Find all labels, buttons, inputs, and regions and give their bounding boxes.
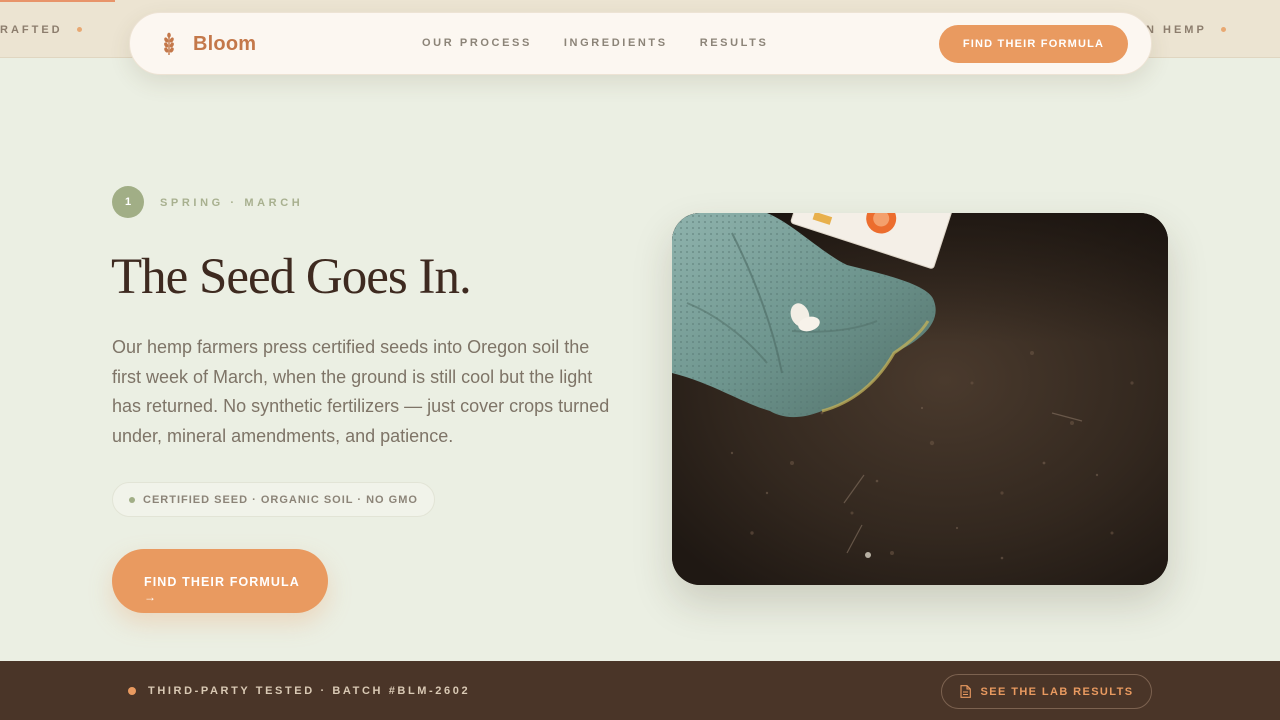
document-icon <box>959 685 971 698</box>
hero-photo-seed-planting <box>672 213 1168 585</box>
nav-link-results[interactable]: RESULTS <box>700 37 769 49</box>
see-lab-results-label: SEE THE LAB RESULTS <box>980 685 1134 698</box>
brand-name: Bloom <box>193 32 257 55</box>
marquee-dot-icon <box>76 26 82 32</box>
see-lab-results-button[interactable]: SEE THE LAB RESULTS <box>941 674 1152 709</box>
nav-link-our-process[interactable]: OUR PROCESS <box>422 37 532 49</box>
batch-info-text: THIRD-PARTY TESTED · BATCH #BLM-2602 <box>148 685 471 697</box>
step-number-badge: 1 <box>112 186 144 218</box>
marquee-dot-icon <box>1220 26 1226 32</box>
hero-title: The Seed Goes In. <box>111 249 472 305</box>
certification-tag: CERTIFIED SEED · ORGANIC SOIL · NO GMO <box>112 482 435 517</box>
hero-find-formula-button[interactable]: FIND THEIR FORMULA → <box>112 549 328 613</box>
nav-links: OUR PROCESS INGREDIENTS RESULTS <box>422 37 800 49</box>
tag-dot-icon <box>129 497 135 503</box>
nav-find-formula-button[interactable]: FIND THEIR FORMULA <box>939 25 1128 63</box>
top-navbar: Bloom OUR PROCESS INGREDIENTS RESULTS FI… <box>129 12 1152 75</box>
footer-strip: THIRD-PARTY TESTED · BATCH #BLM-2602 SEE… <box>0 661 1280 720</box>
hero-description: Our hemp farmers press certified seeds i… <box>112 337 610 446</box>
marquee-text-left: RAFTED <box>0 24 82 36</box>
hero-cta-label: FIND THEIR FORMULA <box>144 575 300 589</box>
certification-tag-text: CERTIFIED SEED · ORGANIC SOIL · NO GMO <box>143 493 418 506</box>
status-dot-icon <box>128 687 136 695</box>
marquee-text-right: N HEMP <box>1146 24 1226 36</box>
nav-link-ingredients[interactable]: INGREDIENTS <box>564 37 668 49</box>
wheat-sprig-icon <box>164 32 174 55</box>
brand-logo[interactable]: Bloom <box>160 32 256 56</box>
step-season-label: SPRING · MARCH <box>160 197 304 209</box>
scroll-progress-bar <box>0 0 116 2</box>
arrow-right-icon: → <box>144 590 156 604</box>
